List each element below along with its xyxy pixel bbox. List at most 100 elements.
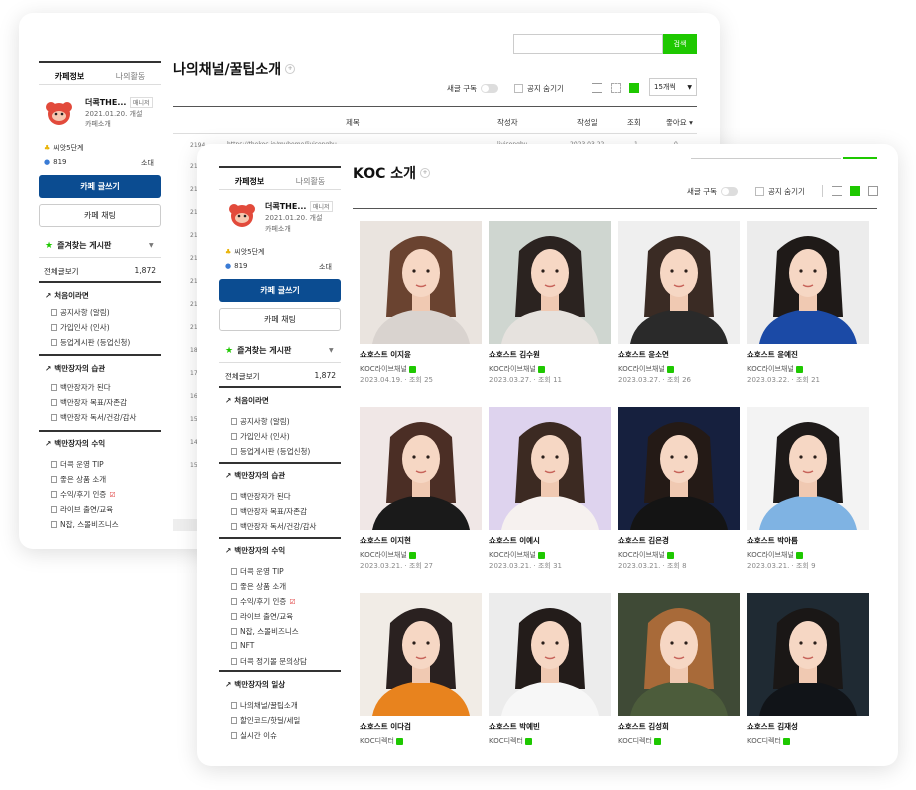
cafe-intro-link[interactable]: 카페소개 — [265, 224, 291, 234]
menu-item[interactable]: 할인코드/핫딜/세일 — [231, 715, 300, 726]
member-count[interactable]: ● 819 — [225, 262, 247, 270]
menu-item[interactable]: 백만장자 독서/건강/감사 — [51, 412, 136, 423]
post-title[interactable]: 쇼호스트 윤소연 — [618, 349, 669, 360]
post-thumbnail[interactable] — [747, 593, 869, 716]
menu-item[interactable]: 더콕 운영 TIP — [231, 566, 284, 577]
post-thumbnail[interactable] — [747, 221, 869, 344]
write-post-button[interactable]: 카페 글쓰기 — [219, 279, 341, 302]
post-author[interactable]: KOC디렉터 — [489, 736, 532, 746]
menu-item[interactable]: 라이브 출연/교육 — [231, 611, 293, 622]
list-view-icon[interactable] — [832, 186, 842, 196]
post-title[interactable]: 쇼호스트 김성희 — [618, 721, 669, 732]
menu-item[interactable]: 백만장자가 된다 — [231, 491, 291, 502]
tab-my-activity[interactable]: 나의활동 — [100, 63, 161, 85]
card-view-icon[interactable] — [868, 186, 878, 196]
album-view-icon[interactable] — [611, 83, 621, 93]
all-posts-link[interactable]: 전체글보기 1,872 — [44, 266, 156, 277]
post-author[interactable]: KOC라이브채널 — [747, 364, 803, 374]
menu-item[interactable]: 백만장자가 된다 — [51, 382, 111, 393]
list-view-icon[interactable] — [592, 83, 602, 93]
menu-item[interactable]: 공지사항 (알림) — [231, 416, 290, 427]
menu-item[interactable]: 백만장자 목표/자존감 — [231, 506, 307, 517]
post-thumbnail[interactable] — [360, 221, 482, 344]
post-title[interactable]: 쇼호스트 이예시 — [489, 535, 540, 546]
col-likes[interactable]: 좋아요 ▾ — [666, 117, 693, 128]
all-posts-link[interactable]: 전체글보기 1,872 — [225, 371, 336, 382]
tab-cafe-info[interactable]: 카페정보 — [219, 168, 280, 190]
menu-item[interactable]: 더콕 정기몰 문의상담 — [231, 656, 307, 667]
post-title[interactable]: 쇼호스트 이지현 — [360, 535, 411, 546]
member-count[interactable]: ● 819 — [44, 158, 66, 166]
post-thumbnail[interactable] — [489, 407, 611, 530]
menu-item[interactable]: 가입인사 (인사) — [51, 322, 110, 333]
menu-item[interactable]: 백만장자 독서/건강/감사 — [231, 521, 316, 532]
author-name[interactable]: KOC디렉터 — [489, 736, 523, 746]
author-name[interactable]: KOC디렉터 — [360, 736, 394, 746]
author-name[interactable]: KOC라이브채널 — [360, 364, 407, 374]
post-author[interactable]: KOC라이브채널 — [747, 550, 803, 560]
menu-item[interactable]: 나의채널/꿀팁소개 — [231, 700, 298, 711]
cafe-intro-link[interactable]: 카페소개 — [85, 119, 111, 129]
hide-notice-checkbox[interactable]: 공지 숨기기 — [755, 186, 805, 197]
author-name[interactable]: KOC디렉터 — [618, 736, 652, 746]
info-icon[interactable]: + — [420, 168, 431, 178]
author-name[interactable]: KOC라이브채널 — [360, 550, 407, 560]
tab-my-activity[interactable]: 나의활동 — [280, 168, 341, 190]
post-author[interactable]: KOC라이브채널 — [360, 364, 416, 374]
tab-cafe-info[interactable]: 카페정보 — [39, 63, 100, 85]
menu-item[interactable]: N잡, 스몰비즈니스 — [51, 519, 119, 530]
menu-item[interactable]: 가입인사 (인사) — [231, 431, 290, 442]
cafe-chat-button[interactable]: 카페 채팅 — [219, 308, 341, 331]
menu-item[interactable]: 수익/후기 인증 ☑ — [231, 596, 296, 607]
post-author[interactable]: KOC디렉터 — [618, 736, 661, 746]
card-view-icon[interactable] — [629, 83, 639, 93]
post-thumbnail[interactable] — [618, 593, 740, 716]
menu-item[interactable]: 수익/후기 인증 ☑ — [51, 489, 116, 500]
author-name[interactable]: KOC라이브채널 — [489, 364, 536, 374]
post-title[interactable]: 쇼호스트 김재성 — [747, 721, 798, 732]
menu-item[interactable]: N잡, 스몰비즈니스 — [231, 626, 299, 637]
menu-item[interactable]: 등업게시판 (등업신청) — [51, 337, 130, 348]
author-name[interactable]: KOC라이브채널 — [489, 550, 536, 560]
menu-item[interactable]: 좋은 상품 소개 — [51, 474, 106, 485]
post-author[interactable]: KOC라이브채널 — [618, 364, 674, 374]
post-title[interactable]: 쇼호스트 김은경 — [618, 535, 669, 546]
search-input[interactable] — [513, 34, 663, 54]
post-thumbnail[interactable] — [618, 407, 740, 530]
post-title[interactable]: 쇼호스트 이지윤 — [360, 349, 411, 360]
hide-notice-checkbox[interactable]: 공지 숨기기 — [514, 83, 564, 94]
post-title[interactable]: 쇼호스트 박예빈 — [489, 721, 540, 732]
favorite-boards[interactable]: ★ 즐겨찾는 게시판 — [45, 240, 111, 251]
post-title[interactable]: 쇼호스트 이다검 — [360, 721, 411, 732]
post-thumbnail[interactable] — [360, 593, 482, 716]
post-author[interactable]: KOC라이브채널 — [489, 364, 545, 374]
search-button[interactable]: 검색 — [663, 34, 697, 54]
author-name[interactable]: KOC라이브채널 — [747, 364, 794, 374]
chevron-down-icon[interactable]: ▼ — [149, 242, 154, 249]
post-thumbnail[interactable] — [489, 221, 611, 344]
subscribe-toggle[interactable]: 새글 구독 — [447, 83, 498, 94]
post-author[interactable]: KOC라이브채널 — [360, 550, 416, 560]
favorite-boards[interactable]: ★ 즐겨찾는 게시판 — [225, 345, 291, 356]
cafe-chat-button[interactable]: 카페 채팅 — [39, 204, 161, 227]
post-thumbnail[interactable] — [360, 407, 482, 530]
album-view-icon[interactable] — [850, 186, 860, 196]
per-page-select[interactable]: 15개씩 ▼ — [649, 78, 697, 96]
menu-item[interactable]: 등업게시판 (등업신청) — [231, 446, 310, 457]
post-author[interactable]: KOC라이브채널 — [489, 550, 545, 560]
menu-item[interactable]: 좋은 상품 소개 — [231, 581, 286, 592]
post-author[interactable]: KOC라이브채널 — [618, 550, 674, 560]
author-name[interactable]: KOC라이브채널 — [618, 364, 665, 374]
info-icon[interactable]: + — [285, 64, 296, 74]
cafe-name[interactable]: 더콕THE... — [85, 97, 126, 108]
author-name[interactable]: KOC디렉터 — [747, 736, 781, 746]
post-title[interactable]: 쇼호스트 김수원 — [489, 349, 540, 360]
post-thumbnail[interactable] — [747, 407, 869, 530]
subscribe-toggle[interactable]: 새글 구독 — [687, 186, 738, 197]
write-post-button[interactable]: 카페 글쓰기 — [39, 175, 161, 198]
menu-item[interactable]: NFT — [231, 641, 254, 650]
menu-item[interactable]: 더콕 운영 TIP — [51, 459, 104, 470]
post-author[interactable]: KOC디렉터 — [360, 736, 403, 746]
menu-item[interactable]: 백만장자 목표/자존감 — [51, 397, 127, 408]
post-thumbnail[interactable] — [489, 593, 611, 716]
